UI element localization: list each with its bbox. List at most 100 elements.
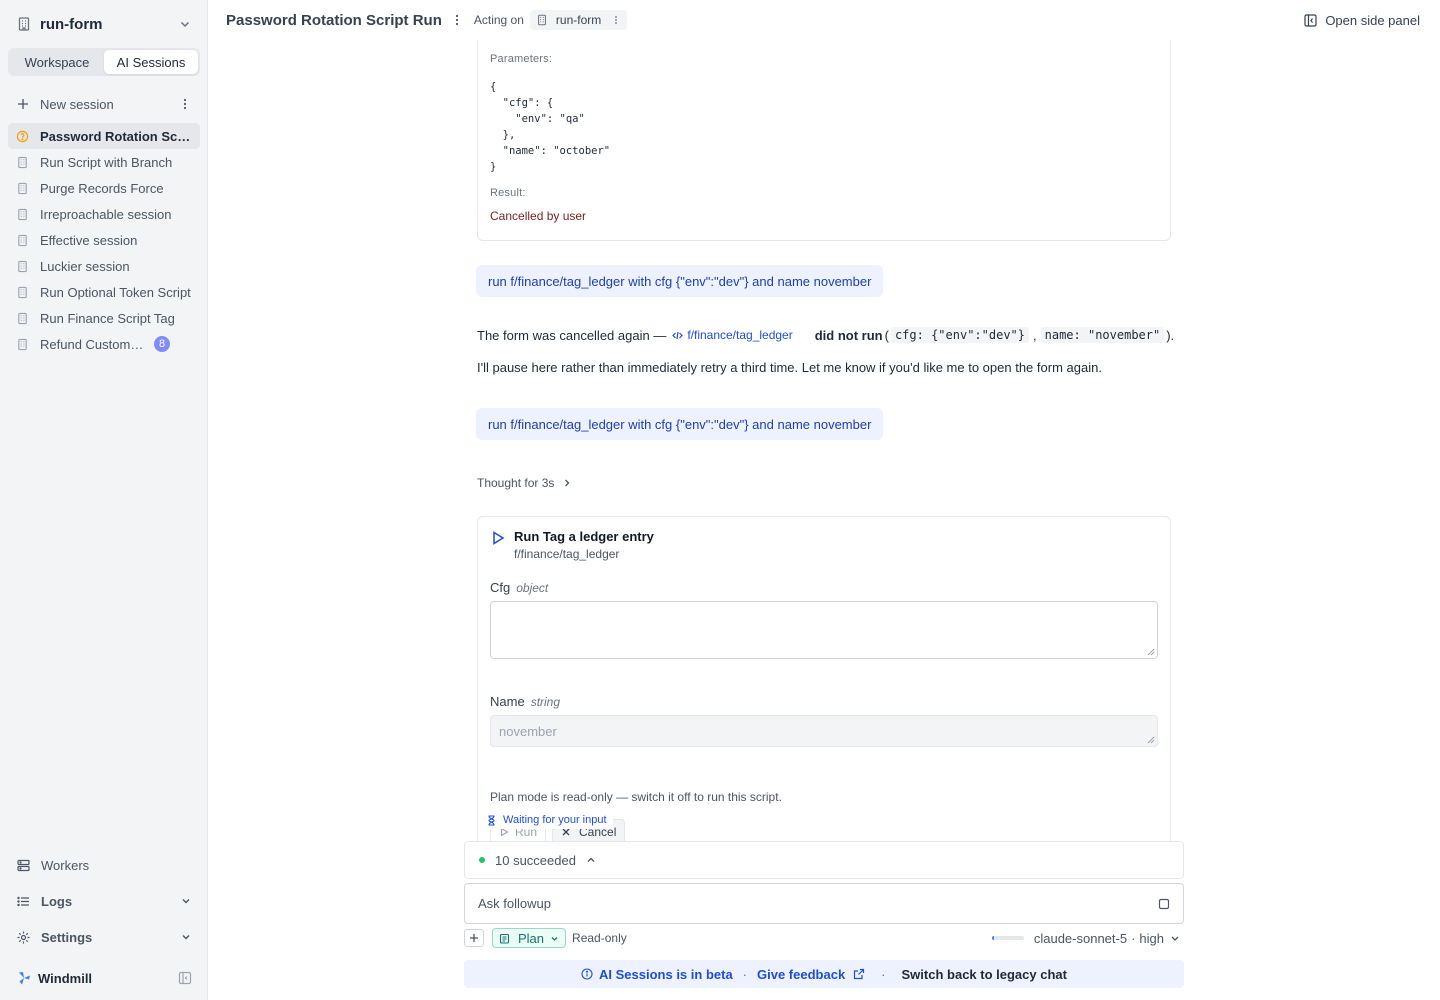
assistant-paren-close: ). bbox=[1166, 327, 1175, 343]
chevron-up-icon bbox=[587, 857, 595, 862]
beta-text: AI Sessions is in beta bbox=[599, 966, 733, 982]
resize-handle-icon[interactable] bbox=[1147, 736, 1155, 744]
run-script-form: Run Tag a ledger entry f/finance/tag_led… bbox=[477, 516, 1171, 846]
session-item[interactable]: Run Finance Script Tag bbox=[8, 305, 200, 331]
more-vertical-icon[interactable] bbox=[450, 13, 464, 27]
workspace-name: run-form bbox=[40, 15, 103, 33]
building-icon bbox=[18, 260, 27, 272]
unread-count-badge: 8 bbox=[154, 336, 170, 352]
parameters-label: Parameters: bbox=[490, 53, 553, 65]
followup-input[interactable] bbox=[478, 896, 1158, 911]
model-selector[interactable]: claude-sonnet-5 · high bbox=[991, 930, 1180, 946]
context-usage-fill bbox=[991, 936, 994, 940]
brand-row: Windmill bbox=[8, 965, 200, 991]
plus-icon bbox=[18, 99, 28, 109]
tab-workspace[interactable]: Workspace bbox=[10, 50, 104, 74]
building-icon bbox=[18, 286, 27, 298]
open-side-panel-button[interactable]: Open side panel bbox=[1304, 13, 1420, 28]
separator: · bbox=[742, 966, 748, 982]
sidebar-item-logs[interactable]: Logs bbox=[8, 888, 200, 914]
cfg-input[interactable] bbox=[490, 601, 1158, 659]
assistant-bold-text: did not run bbox=[814, 327, 883, 343]
open-side-panel-label: Open side panel bbox=[1325, 13, 1420, 28]
sidebar: run-form Workspace AI Sessions New sessi… bbox=[0, 0, 208, 1000]
building-icon bbox=[537, 14, 546, 26]
switch-legacy-chat-link[interactable]: Switch back to legacy chat bbox=[902, 967, 1067, 982]
info-icon bbox=[581, 968, 593, 980]
sidebar-item-settings[interactable]: Settings bbox=[8, 924, 200, 950]
plan-mode-label: Plan bbox=[518, 930, 545, 946]
workers-label: Workers bbox=[41, 857, 90, 873]
session-label: Luckier session bbox=[40, 258, 130, 274]
play-icon bbox=[493, 531, 505, 545]
give-feedback-link[interactable]: Give feedback bbox=[757, 967, 865, 982]
session-item[interactable]: Run Optional Token Script bbox=[8, 279, 200, 305]
plan-mode-dropdown[interactable]: Plan bbox=[492, 928, 567, 948]
plus-icon bbox=[470, 934, 478, 942]
external-link-icon bbox=[854, 968, 865, 980]
workspace-switcher[interactable]: run-form bbox=[8, 8, 200, 40]
cfg-type: object bbox=[516, 581, 549, 595]
more-vertical-icon[interactable] bbox=[178, 97, 192, 111]
beta-notice-bar: AI Sessions is in beta · Give feedback ·… bbox=[464, 960, 1184, 988]
chevron-right-icon bbox=[565, 479, 570, 487]
add-attachment-button[interactable] bbox=[464, 929, 484, 947]
building-icon bbox=[18, 208, 27, 220]
script-path-link[interactable]: f/finance/tag_ledger bbox=[672, 328, 793, 342]
name-label: Name bbox=[490, 694, 525, 709]
result-value: Cancelled by user bbox=[490, 209, 587, 223]
new-session-button[interactable]: New session bbox=[8, 91, 200, 117]
user-message: run f/finance/tag_ledger with cfg {"env"… bbox=[476, 265, 884, 297]
inline-code-cfg: cfg: {"env":"dev"} bbox=[890, 327, 1029, 343]
new-session-label: New session bbox=[40, 96, 114, 112]
thought-toggle[interactable]: Thought for 3s bbox=[477, 476, 572, 490]
logs-label: Logs bbox=[41, 893, 73, 909]
assistant-message-line-1: The form was cancelled again — f/finance… bbox=[477, 327, 1174, 343]
windmill-logo-icon bbox=[19, 972, 30, 985]
session-header: Password Rotation Script Run Acting on r… bbox=[208, 0, 1440, 40]
workspace-chip[interactable]: run-form bbox=[529, 10, 628, 30]
session-item[interactable]: Purge Records Force bbox=[8, 175, 200, 201]
waiting-label: Waiting for your input bbox=[503, 814, 607, 826]
form-header: Run Tag a ledger entry f/finance/tag_led… bbox=[490, 529, 654, 561]
tab-ai-sessions[interactable]: AI Sessions bbox=[104, 50, 198, 74]
cfg-label: Cfg bbox=[490, 580, 511, 595]
chevron-down-icon bbox=[1171, 936, 1179, 941]
sidebar-item-workers[interactable]: Workers bbox=[8, 852, 200, 878]
assistant-text: The form was cancelled again — bbox=[477, 327, 667, 343]
session-item[interactable]: Effective session bbox=[8, 227, 200, 253]
building-icon bbox=[18, 312, 27, 324]
session-label: Run Script with Branch bbox=[40, 154, 173, 170]
jobs-status-label: 10 succeeded bbox=[495, 852, 576, 868]
building-icon bbox=[18, 182, 27, 194]
assistant-paren-open: ( bbox=[884, 327, 889, 343]
building-icon bbox=[18, 17, 30, 31]
name-input[interactable]: november bbox=[490, 715, 1158, 747]
plan-mode-note: Plan mode is read-only — switch it off t… bbox=[490, 790, 782, 804]
name-field-label: Name string bbox=[490, 694, 560, 709]
resize-handle-icon[interactable] bbox=[1147, 648, 1155, 656]
name-type: string bbox=[530, 695, 561, 709]
composer-toolbar: Plan Read-only claude-sonnet-5 · high bbox=[464, 928, 1184, 948]
collapse-sidebar-icon[interactable] bbox=[178, 971, 192, 985]
session-item[interactable]: Luckier session bbox=[8, 253, 200, 279]
assistant-message-line-2: I'll pause here rather than immediately … bbox=[477, 360, 1102, 375]
chevron-down-icon bbox=[182, 935, 190, 940]
jobs-status-bar[interactable]: 10 succeeded bbox=[464, 841, 1184, 879]
session-label: Password Rotation Script Run bbox=[40, 128, 192, 144]
form-title: Run Tag a ledger entry bbox=[514, 529, 654, 544]
gear-icon bbox=[17, 931, 30, 943]
session-item[interactable]: Run Script with Branch bbox=[8, 149, 200, 175]
session-item[interactable]: Refund Customer Order 8 bbox=[8, 331, 200, 357]
name-value: november bbox=[499, 724, 557, 739]
code-icon bbox=[672, 331, 684, 339]
stop-icon[interactable] bbox=[1158, 898, 1170, 910]
model-name: claude-sonnet-5 bbox=[1033, 930, 1128, 946]
cfg-field-label: Cfg object bbox=[490, 580, 548, 595]
session-item[interactable]: Password Rotation Script Run bbox=[8, 123, 200, 149]
more-vertical-icon bbox=[615, 16, 618, 24]
server-icon bbox=[17, 859, 30, 871]
success-dot bbox=[479, 857, 485, 863]
chevron-down-icon bbox=[182, 899, 190, 904]
session-item[interactable]: Irreproachable session bbox=[8, 201, 200, 227]
